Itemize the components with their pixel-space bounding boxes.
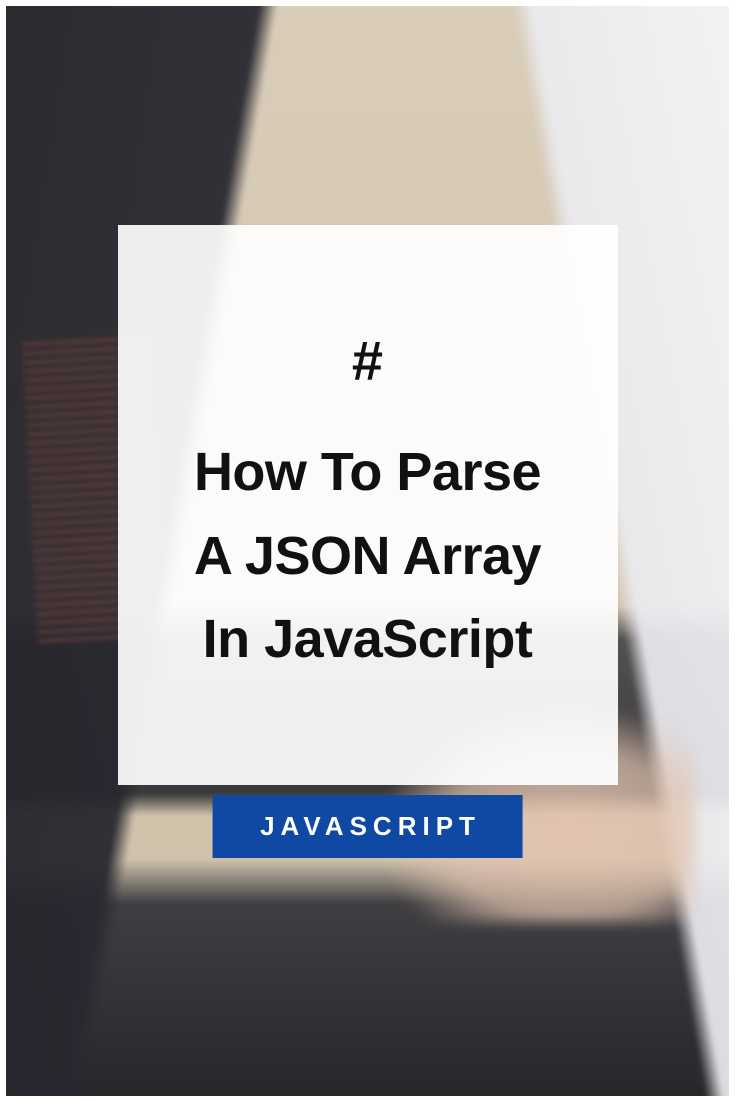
category-label: JAVASCRIPT [260,811,481,841]
title-card: # How To Parse A JSON Array In JavaScrip… [118,225,618,785]
hash-symbol: # [352,328,383,393]
category-tag: JAVASCRIPT [212,795,523,858]
title-line-3: In JavaScript [203,609,533,669]
title-line-1: How To Parse [194,442,541,502]
title-text: How To Parse A JSON Array In JavaScript [194,431,541,682]
title-line-2: A JSON Array [194,526,541,586]
